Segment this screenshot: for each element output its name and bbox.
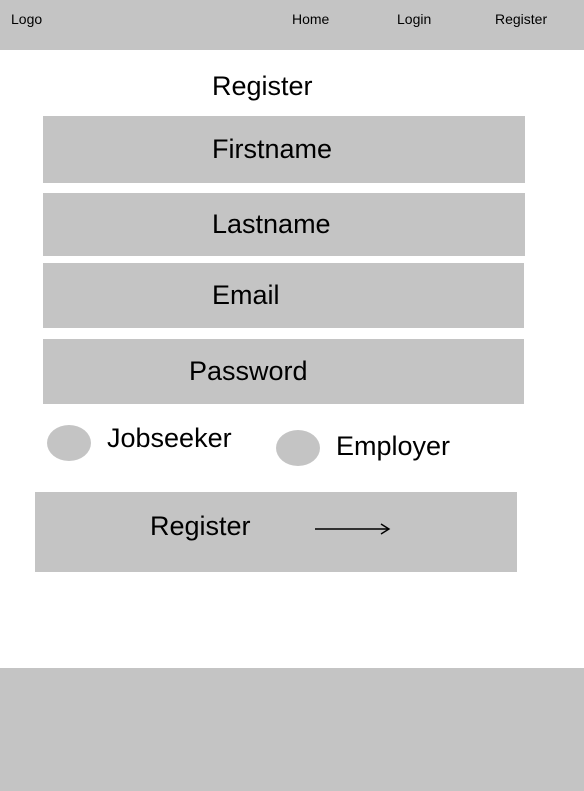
register-button[interactable]: Register [35, 492, 517, 572]
employer-label[interactable]: Employer [336, 430, 450, 462]
nav-home-link[interactable]: Home [292, 11, 329, 27]
logo[interactable]: Logo [11, 11, 42, 27]
password-field[interactable] [43, 339, 524, 404]
page-title: Register [212, 71, 313, 101]
email-field[interactable] [43, 263, 524, 328]
footer-bar [0, 668, 584, 791]
jobseeker-radio[interactable] [47, 425, 91, 461]
firstname-field[interactable] [43, 116, 525, 183]
nav-login-link[interactable]: Login [397, 11, 431, 27]
register-button-label: Register [150, 511, 251, 541]
lastname-field[interactable] [43, 193, 525, 256]
header-bar: Logo Home Login Register [0, 0, 584, 50]
nav-register-link[interactable]: Register [495, 11, 547, 27]
arrow-right-icon [313, 522, 393, 541]
employer-radio[interactable] [276, 430, 320, 466]
jobseeker-label[interactable]: Jobseeker [107, 422, 232, 454]
